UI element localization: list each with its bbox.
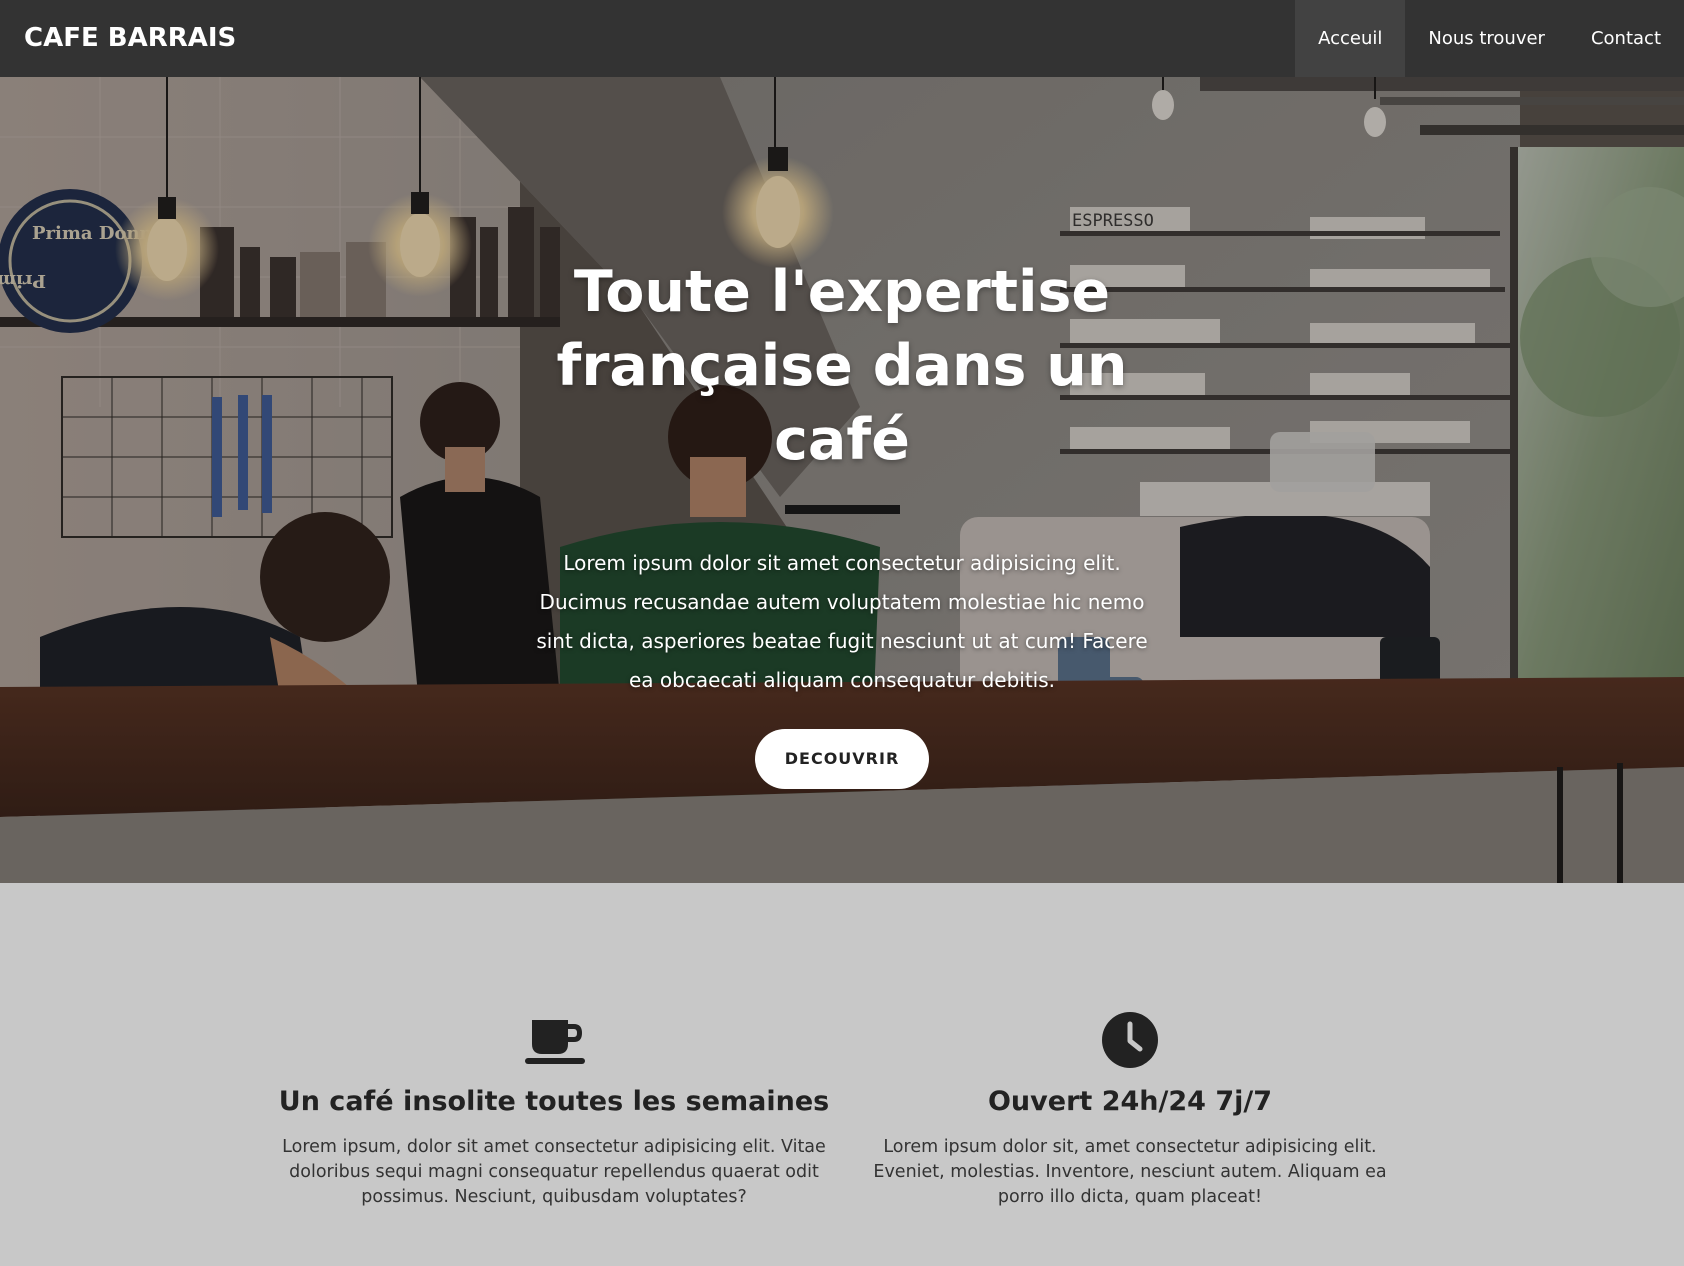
feature-card-cafe-insolite: Un café insolite toutes les semaines Lor…	[274, 1008, 834, 1210]
feature-card-horaires: Ouvert 24h/24 7j/7 Lorem ipsum dolor sit…	[850, 1008, 1410, 1210]
hero-divider	[784, 505, 900, 514]
feature-title: Ouvert 24h/24 7j/7	[987, 1086, 1273, 1117]
nav-item-accueil[interactable]: Acceuil	[1295, 0, 1406, 77]
clock-icon	[1102, 1012, 1158, 1068]
hero-content: Toute l'expertise française dans un café…	[0, 255, 1684, 789]
features-section: Un café insolite toutes les semaines Lor…	[0, 883, 1684, 1266]
nav-item-nous-trouver[interactable]: Nous trouver	[1405, 0, 1568, 77]
feature-title: Un café insolite toutes les semaines	[278, 1086, 830, 1117]
hero-title: Toute l'expertise française dans un café	[556, 259, 1128, 473]
brand-logo[interactable]: CAFE BARRAIS	[24, 0, 236, 77]
hero-description: Lorem ipsum dolor sit amet consectetur a…	[536, 551, 1148, 692]
decouvrir-button[interactable]: DECOUVRIR	[754, 729, 930, 789]
main-nav: Acceuil Nous trouver Contact	[1295, 0, 1684, 77]
feature-description: Lorem ipsum, dolor sit amet consectetur …	[282, 1137, 826, 1207]
navbar: CAFE BARRAIS Acceuil Nous trouver Contac…	[0, 0, 1684, 77]
feature-description: Lorem ipsum dolor sit, amet consectetur …	[873, 1137, 1387, 1207]
hero-section: ESPRESSO Prima Donna Prima Donna	[0, 77, 1684, 883]
nav-item-contact[interactable]: Contact	[1568, 0, 1684, 77]
coffee-cup-icon	[525, 1020, 585, 1064]
